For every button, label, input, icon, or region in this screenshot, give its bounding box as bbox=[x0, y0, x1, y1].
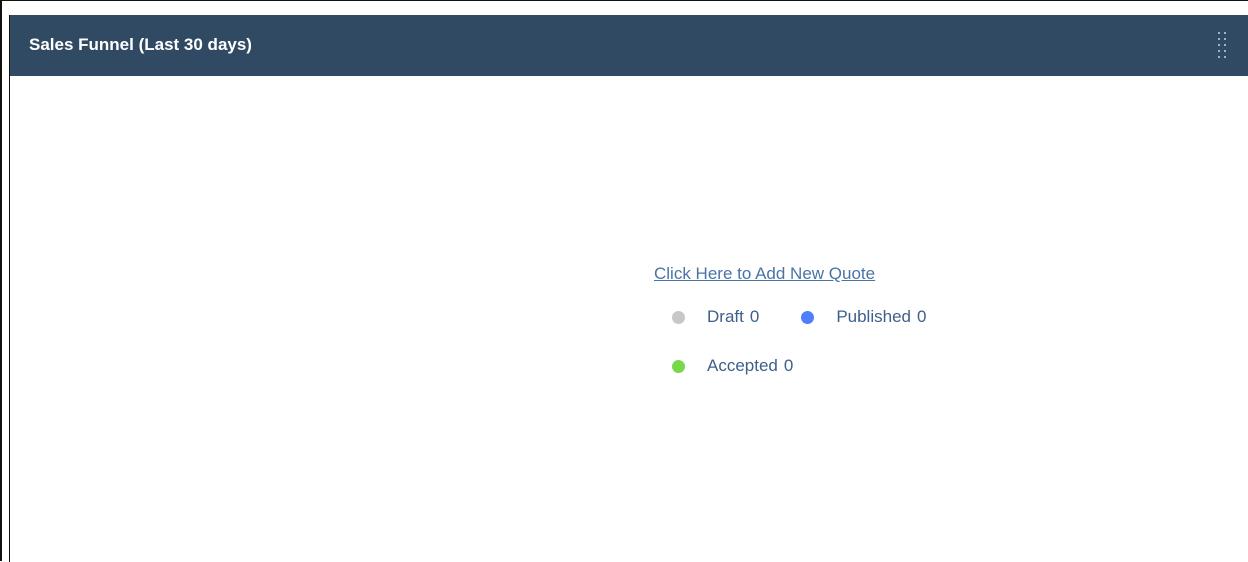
published-dot-icon bbox=[801, 310, 815, 324]
legend-row-1: Draft 0 Published 0 bbox=[672, 307, 926, 327]
legend-item-draft: Draft 0 bbox=[672, 307, 759, 327]
legend-label-accepted: Accepted bbox=[707, 356, 778, 375]
legend-row-2: Accepted 0 bbox=[672, 356, 793, 376]
widget-title: Sales Funnel (Last 30 days) bbox=[29, 35, 252, 54]
legend-label-published: Published bbox=[836, 307, 911, 326]
accepted-dot-icon bbox=[672, 359, 685, 373]
legend-count-published: 0 bbox=[916, 307, 927, 326]
legend-item-published: Published 0 bbox=[801, 307, 926, 327]
legend-item-accepted: Accepted 0 bbox=[672, 356, 793, 376]
funnel-empty-state: Click Here to Add New Quote bbox=[654, 264, 994, 284]
add-new-quote-link[interactable]: Click Here to Add New Quote bbox=[654, 264, 875, 284]
widget-border bbox=[9, 15, 10, 562]
draft-dot-icon bbox=[672, 310, 685, 324]
sales-funnel-widget: Sales Funnel (Last 30 days) Click Here t… bbox=[0, 0, 1248, 562]
legend-count-draft: 0 bbox=[749, 307, 760, 326]
drag-handle-icon[interactable] bbox=[1216, 30, 1230, 62]
widget-header: Sales Funnel (Last 30 days) bbox=[10, 15, 1248, 76]
legend-label-draft: Draft bbox=[707, 307, 744, 326]
legend-count-accepted: 0 bbox=[783, 356, 794, 375]
